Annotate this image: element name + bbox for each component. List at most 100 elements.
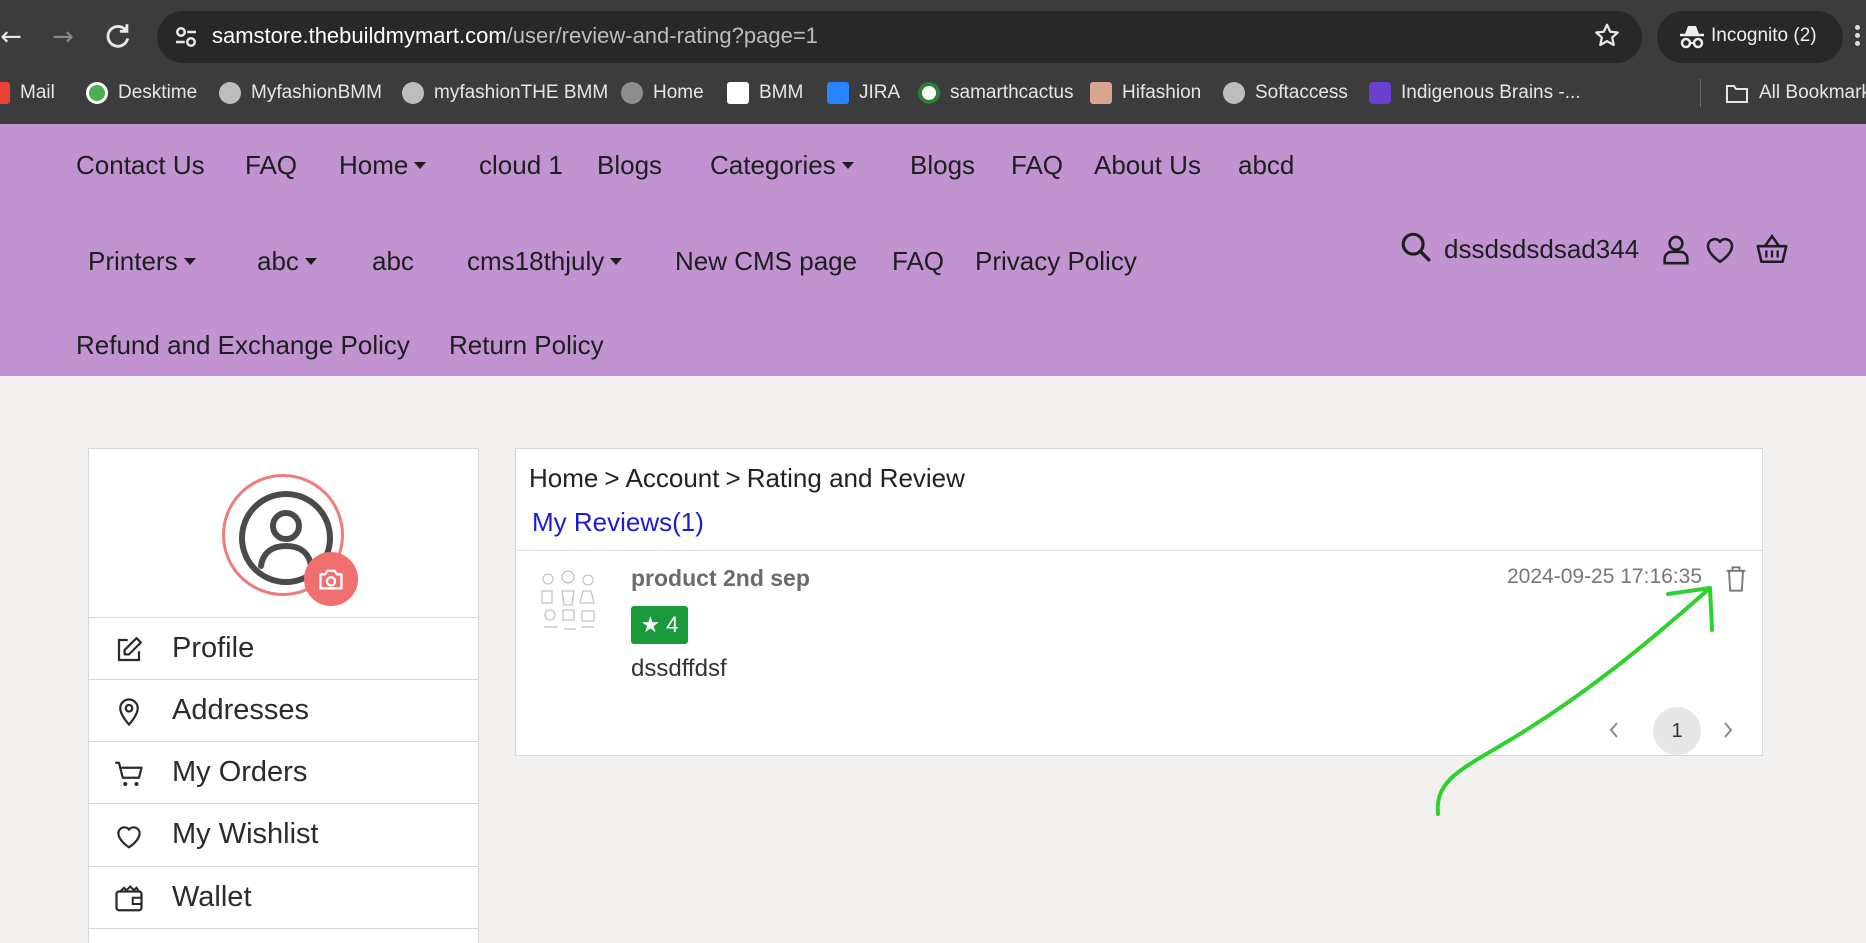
nav-privacy-policy[interactable]: Privacy Policy (975, 246, 1137, 277)
sidebar-item-profile[interactable]: Profile (89, 617, 478, 679)
breadcrumb-home[interactable]: Home (529, 463, 598, 493)
sidebar-item-wallet[interactable]: Wallet (89, 866, 478, 928)
cart-icon (115, 761, 143, 786)
sidebar-item-my-wishlist[interactable]: My Wishlist (89, 803, 478, 865)
address-bar[interactable]: samstore.thebuildmymart.com/user/review-… (157, 11, 1642, 63)
gmail-icon (0, 82, 10, 104)
breadcrumb-separator: > (725, 463, 741, 493)
caret-down-icon (183, 257, 196, 265)
bookmark-mail[interactable]: Mail (0, 80, 55, 106)
nav-blogs[interactable]: Blogs (597, 150, 662, 181)
bookmark-indigenous-brains[interactable]: Indigenous Brains -... (1369, 80, 1581, 106)
rating-value: 4 (666, 612, 679, 637)
nav-refund-exchange-policy[interactable]: Refund and Exchange Policy (76, 330, 410, 361)
site-settings-icon[interactable] (171, 22, 201, 52)
nav-return-policy[interactable]: Return Policy (449, 330, 604, 361)
desktime-icon (86, 82, 108, 104)
bookmark-bmm[interactable]: BMM (727, 80, 803, 106)
avatar (222, 474, 362, 614)
wishlist-heart-icon[interactable] (1703, 232, 1737, 266)
sidebar-item-label: Addresses (172, 694, 310, 726)
product-thumbnail[interactable] (536, 567, 600, 635)
globe-icon (219, 82, 241, 104)
nav-home-dropdown[interactable]: Home (339, 150, 427, 181)
nav-printers-dropdown[interactable]: Printers (88, 246, 196, 277)
browser-chrome: ← → samstore.thebuildmymart.com/user/rev… (0, 0, 1866, 124)
nav-faq-2[interactable]: FAQ (1011, 150, 1063, 181)
sidebar-item-next[interactable] (89, 928, 478, 943)
nav-about-us[interactable]: About Us (1094, 150, 1201, 181)
nav-faq-3[interactable]: FAQ (892, 246, 944, 277)
account-sidebar: Profile Addresses My Orders My Wishlist … (88, 448, 479, 943)
indigenous-brains-icon (1369, 82, 1391, 104)
bmm-icon (727, 82, 749, 104)
caret-down-icon (414, 161, 427, 169)
sidebar-item-addresses[interactable]: Addresses (89, 679, 478, 741)
hifashion-icon (1090, 82, 1112, 104)
wallet-icon (115, 885, 143, 912)
sidebar-item-label: My Orders (172, 756, 308, 788)
nav-contact-us[interactable]: Contact Us (76, 150, 205, 181)
user-icon[interactable] (1659, 232, 1693, 266)
nav-cloud-1[interactable]: cloud 1 (479, 150, 563, 181)
folder-icon (1726, 85, 1748, 103)
bookmark-home[interactable]: Home (621, 80, 704, 106)
bookmark-softaccess[interactable]: Softaccess (1223, 80, 1348, 106)
breadcrumb: Home > Account > Rating and Review (529, 463, 965, 494)
back-icon[interactable]: ← (0, 20, 28, 54)
camera-icon (319, 569, 343, 590)
globe-icon (402, 82, 424, 104)
review-text: dssdffdsf (631, 655, 727, 682)
caret-down-icon (610, 257, 623, 265)
browser-menu-icon[interactable] (1852, 22, 1862, 52)
annotation-arrow (1435, 586, 1714, 816)
sidebar-item-label: My Wishlist (172, 818, 319, 850)
bookmark-jira[interactable]: JIRA (827, 80, 900, 106)
incognito-indicator[interactable]: Incognito (2) (1657, 11, 1843, 63)
breadcrumb-current: Rating and Review (746, 463, 965, 493)
basket-icon[interactable] (1755, 232, 1789, 266)
my-reviews-title: My Reviews(1) (532, 507, 704, 537)
breadcrumb-account[interactable]: Account (626, 463, 720, 493)
sidebar-item-my-orders[interactable]: My Orders (89, 741, 478, 803)
cactus-icon (918, 82, 940, 104)
divider (516, 550, 1762, 551)
sidebar-item-label: Wallet (172, 881, 252, 913)
globe-icon (1223, 82, 1245, 104)
search-query-text[interactable]: dssdsdsdsad344 (1444, 234, 1639, 265)
change-photo-button[interactable] (304, 552, 358, 606)
nav-abc[interactable]: abc (372, 246, 414, 277)
breadcrumb-separator: > (604, 463, 620, 493)
incognito-icon (1680, 26, 1704, 49)
sidebar-item-label: Profile (172, 632, 255, 664)
caret-down-icon (304, 257, 317, 265)
nav-cms18thjuly-dropdown[interactable]: cms18thjuly (467, 246, 623, 277)
nav-abc-dropdown[interactable]: abc (257, 246, 317, 277)
url-text[interactable]: samstore.thebuildmymart.com/user/review-… (212, 23, 818, 49)
heart-icon (117, 826, 141, 849)
bookmarks-divider (1700, 79, 1701, 107)
browser-toolbar: ← → samstore.thebuildmymart.com/user/rev… (0, 0, 1866, 73)
rating-badge: ★ 4 (631, 606, 688, 644)
nav-home-label: Home (339, 150, 409, 180)
nav-faq[interactable]: FAQ (245, 150, 297, 181)
jira-icon (827, 82, 849, 104)
nav-abcd[interactable]: abcd (1238, 150, 1294, 181)
nav-categories-dropdown[interactable]: Categories (710, 150, 854, 181)
nav-new-cms-page[interactable]: New CMS page (675, 246, 857, 277)
bookmark-samarthcactus[interactable]: samarthcactus (918, 80, 1074, 106)
bookmark-desktime[interactable]: Desktime (86, 80, 197, 106)
bookmark-star-icon[interactable] (1592, 21, 1622, 51)
edit-icon (117, 637, 142, 662)
nav-abc-label: abc (257, 246, 299, 276)
search-icon[interactable] (1399, 230, 1433, 264)
nav-blogs-2[interactable]: Blogs (910, 150, 975, 181)
reload-icon[interactable] (100, 20, 134, 54)
bookmark-myfashionthe-bmm[interactable]: myfashionTHE BMM (402, 80, 608, 106)
forward-icon[interactable]: → (46, 20, 80, 54)
incognito-label: Incognito (2) (1711, 25, 1817, 46)
review-product-name[interactable]: product 2nd sep (631, 565, 810, 592)
all-bookmarks[interactable]: All Bookmarks (1725, 80, 1866, 106)
bookmark-myfashionbmm[interactable]: MyfashionBMM (219, 80, 382, 106)
bookmark-hifashion[interactable]: Hifashion (1090, 80, 1201, 106)
